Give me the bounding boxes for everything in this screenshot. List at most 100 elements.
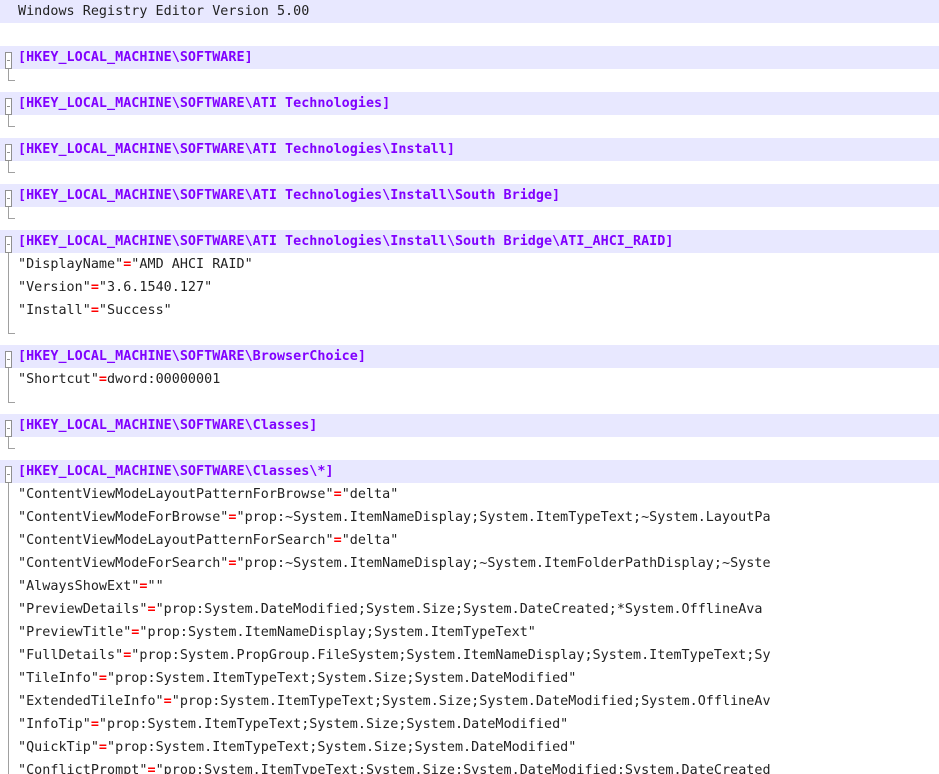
equals-operator: = [147, 763, 156, 774]
value-line[interactable]: "Shortcut"=dword:00000001 [0, 368, 939, 391]
equals-operator: = [90, 717, 99, 732]
fold-toggle-icon[interactable] [5, 420, 12, 437]
value-line[interactable]: "PreviewTitle"="prop:System.ItemNameDisp… [0, 621, 939, 644]
value-name: "Shortcut" [18, 372, 99, 387]
equals-operator: = [98, 740, 108, 755]
text-editor[interactable]: Windows Registry Editor Version 5.00 [HKE… [0, 0, 939, 774]
value-name: "ContentViewModeLayoutPatternForBrowse" [18, 487, 334, 502]
blank-line[interactable] [0, 115, 939, 138]
section-line[interactable]: [HKEY_LOCAL_MACHINE\SOFTWARE] [0, 46, 939, 81]
fold-guide [8, 253, 15, 276]
entry-content: "PreviewTitle"="prop:System.ItemNameDisp… [18, 621, 536, 644]
blank-line[interactable] [0, 207, 939, 230]
section-line[interactable]: [HKEY_LOCAL_MACHINE\SOFTWARE\Classes\*] [0, 460, 939, 483]
entry-content: "QuickTip"="prop:System.ItemTypeText;Sys… [18, 736, 576, 759]
fold-guide [8, 506, 15, 529]
fold-guide [8, 552, 15, 575]
value-name: "PreviewTitle" [18, 625, 132, 640]
value-name: "Version" [18, 280, 91, 295]
value-name: "DisplayName" [18, 257, 124, 272]
section-line[interactable]: [HKEY_LOCAL_MACHINE\SOFTWARE\Classes] [0, 414, 939, 449]
entry-content: "DisplayName"="AMD AHCI RAID" [18, 253, 253, 276]
equals-operator: = [90, 303, 99, 318]
entry-content: "InfoTip"="prop:System.ItemTypeText;Syst… [18, 713, 568, 736]
value-data: "prop:~System.ItemNameDisplay;~System.It… [236, 556, 771, 571]
fold-toggle-icon[interactable] [5, 98, 12, 115]
value-line[interactable]: "Install"="Success" [0, 299, 939, 322]
fold-toggle-icon[interactable] [5, 190, 12, 207]
value-data: "delta" [341, 533, 399, 548]
blank-line[interactable] [0, 391, 939, 414]
value-line[interactable]: "AlwaysShowExt"="" [0, 575, 939, 598]
value-data: "prop:System.ItemTypeText;System.Size;Sy… [98, 717, 569, 732]
entry-content: "Shortcut"=dword:00000001 [18, 368, 220, 391]
entry-content: "ContentViewModeLayoutPatternForSearch"=… [18, 529, 398, 552]
blank-line[interactable] [0, 161, 939, 184]
value-data: "3.6.1540.127" [98, 280, 213, 295]
entry-content: "FullDetails"="prop:System.PropGroup.Fil… [18, 644, 771, 667]
fold-guide [8, 621, 15, 644]
fold-guide [8, 529, 15, 552]
value-line[interactable]: "FullDetails"="prop:System.PropGroup.Fil… [0, 644, 939, 667]
value-line[interactable]: "Version"="3.6.1540.127" [0, 276, 939, 299]
section-line[interactable]: [HKEY_LOCAL_MACHINE\SOFTWARE\ATI Technol… [0, 138, 939, 173]
value-name: "PreviewDetails" [18, 602, 148, 617]
equals-operator: = [98, 671, 108, 686]
value-line[interactable]: "ConflictPrompt"="prop:System.ItemTypeTe… [0, 759, 939, 774]
value-data: "prop:System.ItemNameDisplay;System.Item… [139, 625, 536, 640]
value-line[interactable]: "TileInfo"="prop:System.ItemTypeText;Sys… [0, 667, 939, 690]
fold-toggle-icon[interactable] [5, 236, 12, 253]
value-name: "InfoTip" [18, 717, 91, 732]
value-line[interactable]: "ContentViewModeLayoutPatternForSearch"=… [0, 529, 939, 552]
section-line[interactable]: [HKEY_LOCAL_MACHINE\SOFTWARE\ATI Technol… [0, 230, 939, 253]
section-key: [HKEY_LOCAL_MACHINE\SOFTWARE\ATI Technol… [18, 96, 391, 111]
section-key: [HKEY_LOCAL_MACHINE\SOFTWARE\ATI Technol… [18, 188, 561, 203]
fold-toggle-icon[interactable] [5, 144, 12, 161]
fold-guide [8, 736, 15, 759]
value-line[interactable]: "ContentViewModeForSearch"="prop:~System… [0, 552, 939, 575]
value-line[interactable]: "PreviewDetails"="prop:System.DateModifi… [0, 598, 939, 621]
equals-operator: = [163, 694, 172, 709]
section-line[interactable]: [HKEY_LOCAL_MACHINE\SOFTWARE\BrowserChoi… [0, 345, 939, 368]
value-name: "ContentViewModeForBrowse" [18, 510, 229, 525]
fold-guide [8, 598, 15, 621]
value-data: "prop:~System.ItemNameDisplay;System.Ite… [236, 510, 771, 525]
blank-line[interactable] [0, 23, 939, 46]
value-line[interactable]: "ExtendedTileInfo"="prop:System.ItemType… [0, 690, 939, 713]
entry-content: "AlwaysShowExt"="" [18, 575, 164, 598]
equals-operator: = [90, 280, 99, 295]
value-data: "" [147, 579, 164, 594]
value-data: "prop:System.PropGroup.FileSystem;System… [131, 648, 771, 663]
value-data: "prop:System.ItemTypeText;System.Size;Sy… [155, 763, 771, 774]
value-line[interactable]: "ContentViewModeLayoutPatternForBrowse"=… [0, 483, 939, 506]
value-name: "ExtendedTileInfo" [18, 694, 164, 709]
fold-toggle-icon[interactable] [5, 351, 12, 368]
entry-content: "TileInfo"="prop:System.ItemTypeText;Sys… [18, 667, 576, 690]
value-data: "AMD AHCI RAID" [131, 257, 253, 272]
header-line[interactable]: Windows Registry Editor Version 5.00 [0, 0, 939, 23]
value-name: "Install" [18, 303, 91, 318]
section-key: [HKEY_LOCAL_MACHINE\SOFTWARE\ATI Technol… [18, 142, 455, 157]
section-line[interactable]: [HKEY_LOCAL_MACHINE\SOFTWARE\ATI Technol… [0, 92, 939, 127]
equals-operator: = [333, 533, 342, 548]
value-name: "TileInfo" [18, 671, 99, 686]
section-line[interactable]: [HKEY_LOCAL_MACHINE\SOFTWARE\ATI Technol… [0, 184, 939, 219]
blank-line[interactable] [0, 437, 939, 460]
blank-line[interactable] [0, 322, 939, 345]
value-line[interactable]: "DisplayName"="AMD AHCI RAID" [0, 253, 939, 276]
fold-guide [8, 299, 15, 322]
section-key: [HKEY_LOCAL_MACHINE\SOFTWARE\ATI Technol… [18, 234, 674, 249]
value-line[interactable]: "ContentViewModeForBrowse"="prop:~System… [0, 506, 939, 529]
fold-guide [8, 690, 15, 713]
blank-line[interactable] [0, 69, 939, 92]
value-name: "ContentViewModeForSearch" [18, 556, 229, 571]
value-line[interactable]: "QuickTip"="prop:System.ItemTypeText;Sys… [0, 736, 939, 759]
fold-guide [8, 575, 15, 598]
fold-toggle-icon[interactable] [5, 466, 12, 483]
editor-lines[interactable]: Windows Registry Editor Version 5.00 [HKE… [0, 0, 939, 774]
value-line[interactable]: "InfoTip"="prop:System.ItemTypeText;Syst… [0, 713, 939, 736]
fold-guide [8, 644, 15, 667]
value-name: "ConflictPrompt" [18, 763, 148, 774]
fold-toggle-icon[interactable] [5, 52, 12, 69]
value-name: "FullDetails" [18, 648, 124, 663]
